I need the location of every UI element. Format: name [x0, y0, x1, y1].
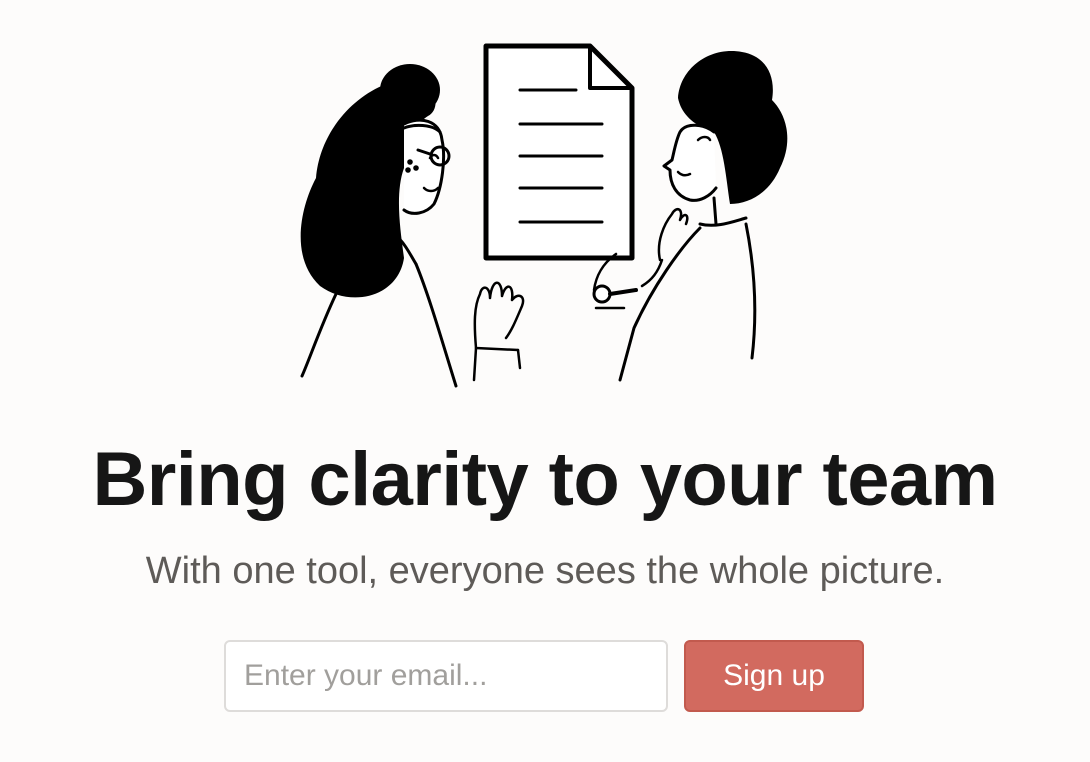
page-subtitle: With one tool, everyone sees the whole p… [145, 550, 945, 592]
two-people-document-illustration [300, 43, 788, 388]
email-input[interactable] [224, 640, 668, 712]
page-title: Bring clarity to your team [92, 437, 998, 522]
sign-up-button[interactable]: Sign up [684, 640, 864, 712]
signup-form: Sign up [224, 640, 864, 712]
document-icon [483, 43, 635, 261]
landing-page: Bring clarity to your team With one tool… [0, 0, 1090, 762]
